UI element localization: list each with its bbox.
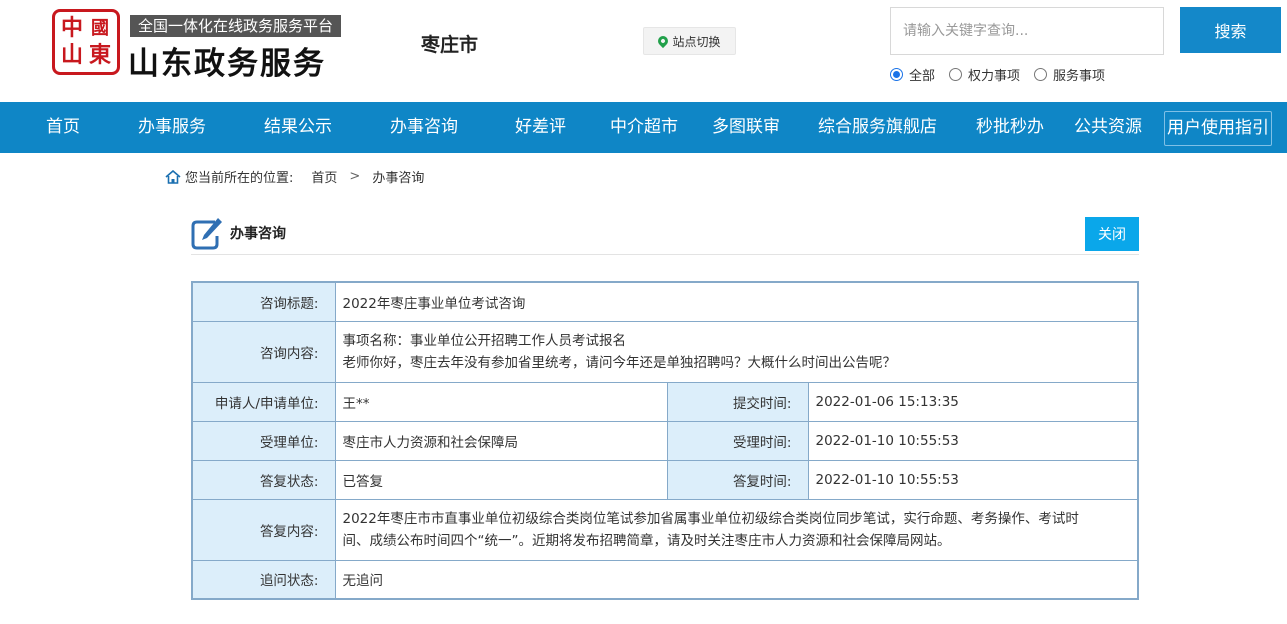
reply-time-value: 2022-01-10 10:55:53 xyxy=(807,459,1139,500)
radio-unselected-icon[interactable] xyxy=(1034,68,1048,81)
followup-label: 追问状态: xyxy=(191,559,336,600)
brand-title[interactable]: 山东政务服务 xyxy=(128,38,326,83)
platform-tagline: 全国一体化在线政务服务平台 xyxy=(130,15,342,37)
content-text: 老师你好，枣庄去年没有参加省里统考，请问今年还是单独招聘吗？大概什么时间出公告呢… xyxy=(342,354,897,371)
location-pin-icon xyxy=(656,33,671,49)
panel-header: 办事咨询 关闭 xyxy=(191,214,1139,255)
table-row: 咨询内容: 事项名称：事业单位公开招聘工作人员考试报名 老师你好，枣庄去年没有参… xyxy=(191,320,1139,383)
submit-time-label: 提交时间: xyxy=(666,381,809,422)
reply-content-line: 2022年枣庄市市直事业单位初级综合类岗位笔试参加省属事业单位初级综合类岗位同步… xyxy=(342,510,1079,527)
breadcrumb-current[interactable]: 办事咨询 xyxy=(372,167,424,186)
search-scope-all[interactable]: 全部 xyxy=(890,65,935,84)
nav-item-agency-market[interactable]: 中介超市 xyxy=(610,102,678,153)
breadcrumb-home[interactable]: 首页 xyxy=(311,167,337,186)
search-input[interactable] xyxy=(890,7,1164,55)
content-value: 事项名称：事业单位公开招聘工作人员考试报名 老师你好，枣庄去年没有参加省里统考，… xyxy=(334,320,1139,383)
reply-content-label: 答复内容: xyxy=(191,498,336,561)
content-item-name: 事项名称：事业单位公开招聘工作人员考试报名 xyxy=(342,332,627,349)
nav-item-services[interactable]: 办事服务 xyxy=(138,102,206,153)
nav-item-joint-review[interactable]: 多图联审 xyxy=(712,102,780,153)
reply-content-line: 间、成绩公布时间四个“统一”。近期将发布招聘简章，请及时关注枣庄市人力资源和社会… xyxy=(342,532,951,549)
table-row: 追问状态: 无追问 xyxy=(191,559,1139,600)
breadcrumb: 您当前所在的位置: 首页 > 办事咨询 xyxy=(165,167,424,186)
content-label: 咨询内容: xyxy=(191,320,336,383)
search-scope-service[interactable]: 服务事项 xyxy=(1034,65,1105,84)
handler-value: 枣庄市人力资源和社会保障局 xyxy=(334,420,668,461)
nav-item-public-resources[interactable]: 公共资源 xyxy=(1074,102,1142,153)
site-switch-button[interactable]: 站点切换 xyxy=(643,27,736,55)
applicant-label: 申请人/申请单位: xyxy=(191,381,336,422)
nav-item-user-guide[interactable]: 用户使用指引 xyxy=(1164,111,1272,146)
submit-time-value: 2022-01-06 15:13:35 xyxy=(807,381,1139,422)
search-scope-radio-group: 全部 权力事项 服务事项 xyxy=(890,65,1105,84)
radio-label: 权力事项 xyxy=(968,69,1021,84)
handler-label: 受理单位: xyxy=(191,420,336,461)
panel-title: 办事咨询 xyxy=(230,226,286,242)
nav-item-home[interactable]: 首页 xyxy=(46,102,80,153)
nav-item-flagship-store[interactable]: 综合服务旗舰店 xyxy=(818,102,937,153)
consultation-detail-table: 咨询标题: 2022年枣庄事业单位考试咨询 咨询内容: 事项名称：事业单位公开招… xyxy=(191,281,1139,600)
search-button[interactable]: 搜索 xyxy=(1180,7,1281,53)
reply-time-label: 答复时间: xyxy=(666,459,809,500)
shandong-seal-logo[interactable]: 中 國 山 東 xyxy=(52,9,120,75)
breadcrumb-prefix: 您当前所在的位置: xyxy=(185,171,294,186)
followup-value: 无追问 xyxy=(334,559,1139,600)
seal-char: 國 xyxy=(91,17,109,39)
radio-label: 全部 xyxy=(909,69,936,84)
nav-item-consultation[interactable]: 办事咨询 xyxy=(390,102,458,153)
table-row: 受理单位: 枣庄市人力资源和社会保障局 受理时间: 2022-01-10 10:… xyxy=(191,420,1139,461)
radio-selected-icon[interactable] xyxy=(890,68,903,81)
home-icon xyxy=(165,169,181,184)
reply-status-label: 答复状态: xyxy=(191,459,336,500)
site-header: 中 國 山 東 全国一体化在线政务服务平台 山东政务服务 枣庄市 站点切换 搜索… xyxy=(0,0,1287,102)
seal-char: 中 xyxy=(60,15,83,41)
search-scope-power[interactable]: 权力事项 xyxy=(949,65,1020,84)
seal-char: 山 xyxy=(60,42,83,68)
subject-value: 2022年枣庄事业单位考试咨询 xyxy=(334,281,1139,322)
table-row: 咨询标题: 2022年枣庄事业单位考试咨询 xyxy=(191,281,1139,322)
close-button[interactable]: 关闭 xyxy=(1085,217,1139,251)
nav-item-results[interactable]: 结果公示 xyxy=(264,102,332,153)
applicant-value: 王** xyxy=(334,381,668,422)
main-nav: 首页 办事服务 结果公示 办事咨询 好差评 中介超市 多图联审 综合服务旗舰店 … xyxy=(0,102,1287,153)
reply-status-value: 已答复 xyxy=(334,459,668,500)
table-row: 答复内容: 2022年枣庄市市直事业单位初级综合类岗位笔试参加省属事业单位初级综… xyxy=(191,498,1139,561)
accept-time-label: 受理时间: xyxy=(666,420,809,461)
radio-label: 服务事项 xyxy=(1053,69,1106,84)
current-city: 枣庄市 xyxy=(421,34,479,56)
radio-unselected-icon[interactable] xyxy=(949,68,963,81)
seal-char: 東 xyxy=(88,42,111,68)
accept-time-value: 2022-01-10 10:55:53 xyxy=(807,420,1139,461)
edit-document-icon xyxy=(191,218,222,250)
site-switch-label: 站点切换 xyxy=(672,34,721,49)
table-row: 答复状态: 已答复 答复时间: 2022-01-10 10:55:53 xyxy=(191,459,1139,500)
breadcrumb-separator: > xyxy=(349,169,361,184)
nav-item-instant-approval[interactable]: 秒批秒办 xyxy=(976,102,1044,153)
subject-label: 咨询标题: xyxy=(191,281,336,322)
table-row: 申请人/申请单位: 王** 提交时间: 2022-01-06 15:13:35 xyxy=(191,381,1139,422)
reply-content-value: 2022年枣庄市市直事业单位初级综合类岗位笔试参加省属事业单位初级综合类岗位同步… xyxy=(334,498,1139,561)
nav-item-rating[interactable]: 好差评 xyxy=(515,102,566,153)
